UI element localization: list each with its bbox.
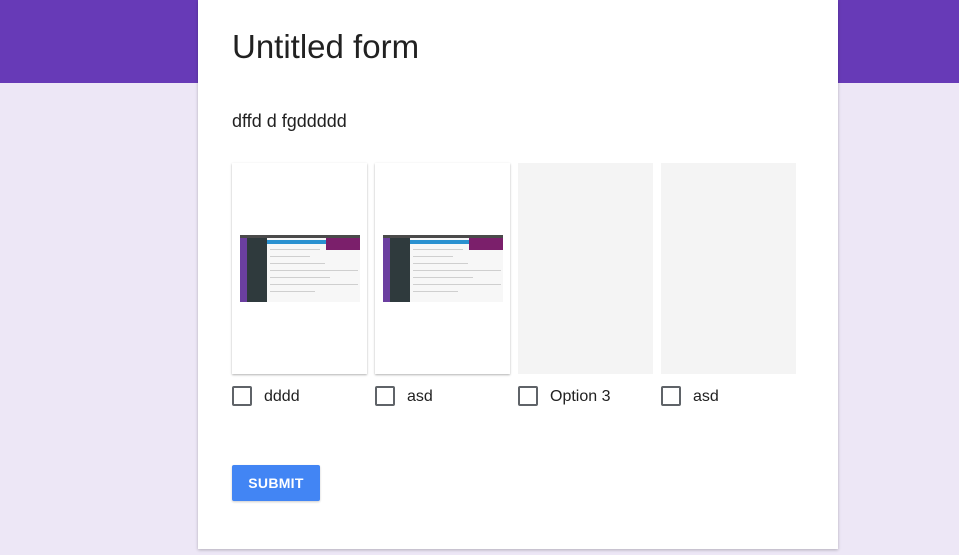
checkbox[interactable] (232, 386, 252, 406)
option-3[interactable]: Option 3 (518, 163, 653, 406)
screenshot-thumbnail (240, 235, 360, 302)
option-label: asd (407, 388, 433, 405)
image-options-grid: dddd asd Option 3 asd (232, 163, 796, 423)
option-checkbox-row[interactable]: dddd (232, 386, 367, 406)
submit-button[interactable]: SUBMIT (232, 465, 320, 501)
option-4[interactable]: asd (661, 163, 796, 406)
question-title: dffd d fgddddd (232, 111, 347, 131)
option-image-1 (232, 163, 367, 374)
form-title: Untitled form (232, 28, 420, 65)
checkbox[interactable] (661, 386, 681, 406)
option-1[interactable]: dddd (232, 163, 367, 406)
checkbox[interactable] (518, 386, 538, 406)
option-checkbox-row[interactable]: Option 3 (518, 386, 653, 406)
option-label: Option 3 (550, 388, 611, 405)
option-checkbox-row[interactable]: asd (375, 386, 510, 406)
option-label: dddd (264, 388, 300, 405)
screenshot-thumbnail (383, 235, 503, 302)
form-card: Untitled form dffd d fgddddd dddd asd Op… (198, 0, 838, 549)
option-label: asd (693, 388, 719, 405)
checkbox[interactable] (375, 386, 395, 406)
option-image-placeholder (661, 163, 796, 374)
option-image-placeholder (518, 163, 653, 374)
option-image-2 (375, 163, 510, 374)
option-checkbox-row[interactable]: asd (661, 386, 796, 406)
option-2[interactable]: asd (375, 163, 510, 406)
